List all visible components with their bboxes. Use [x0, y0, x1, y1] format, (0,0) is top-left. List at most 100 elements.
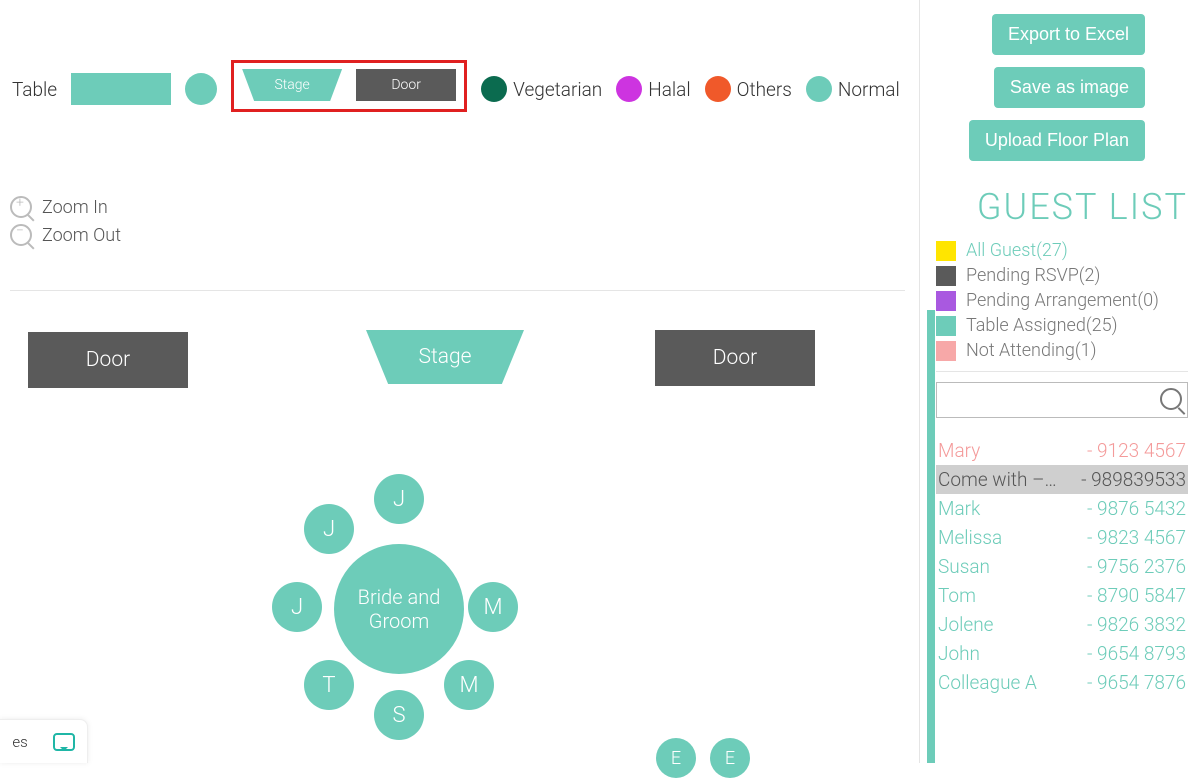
status-all-guest[interactable]: All Guest(27): [936, 240, 1188, 261]
guest-row[interactable]: Colleague A - 9654 7876: [936, 668, 1188, 697]
seat[interactable]: M: [444, 660, 494, 710]
chat-icon: [53, 733, 75, 751]
main-table-line1: Bride and: [358, 585, 441, 609]
dot-vegetarian-icon: [481, 76, 507, 102]
divider-horizontal: [10, 290, 905, 291]
legend-halal: Halal: [616, 76, 690, 102]
zoom-in-button[interactable]: Zoom In: [10, 196, 121, 218]
swatch-arrangement-icon: [936, 291, 956, 311]
legend-door-shape[interactable]: Door: [356, 69, 456, 101]
swatch-pending-icon: [936, 266, 956, 286]
dot-others-icon: [705, 76, 731, 102]
guest-row[interactable]: Come with –… - 989839533: [936, 465, 1188, 494]
seat-small[interactable]: E: [710, 738, 750, 778]
swatch-notattending-icon: [936, 341, 956, 361]
guest-name: John: [938, 642, 980, 665]
status-pending-rsvp[interactable]: Pending RSVP(2): [936, 265, 1188, 286]
guest-phone: - 8790 5847: [1087, 584, 1186, 607]
swatch-all-icon: [936, 241, 956, 261]
guest-name: Mary: [938, 439, 980, 462]
main-table[interactable]: Bride and Groom: [334, 544, 464, 674]
status-arrangement-label: Pending Arrangement(0): [966, 290, 1159, 311]
legend-vegetarian: Vegetarian: [481, 76, 602, 102]
legend-round-shape[interactable]: [185, 73, 217, 105]
guest-name: Tom: [938, 584, 976, 607]
guest-row[interactable]: John - 9654 8793: [936, 639, 1188, 668]
divider-status: [936, 371, 1188, 372]
zoom-out-button[interactable]: Zoom Out: [10, 224, 121, 246]
seat[interactable]: J: [304, 504, 354, 554]
export-excel-button[interactable]: Export to Excel: [992, 14, 1145, 55]
chat-label: es: [12, 733, 27, 751]
main-table-group[interactable]: Bride and Groom J J J M T S M: [260, 470, 540, 750]
legend-vegetarian-label: Vegetarian: [513, 78, 602, 101]
guest-row[interactable]: Tom - 8790 5847: [936, 581, 1188, 610]
legend-table-shape[interactable]: [71, 73, 171, 105]
zoom-out-icon: [10, 224, 32, 246]
guest-accent-bar: [927, 310, 935, 763]
legend-stage-shape[interactable]: Stage: [242, 69, 342, 101]
legend-others-label: Others: [737, 78, 792, 101]
legend-others: Others: [705, 76, 792, 102]
zoom-in-label: Zoom In: [42, 197, 108, 218]
guest-row[interactable]: Mary - 9123 4567: [936, 436, 1188, 465]
status-table-assigned[interactable]: Table Assigned(25): [936, 315, 1188, 336]
seat-small[interactable]: E: [656, 738, 696, 778]
divider-vertical: [919, 0, 920, 763]
guest-phone: - 9756 2376: [1087, 555, 1186, 578]
door-left[interactable]: Door: [28, 332, 188, 388]
main-table-line2: Groom: [369, 609, 429, 633]
legend-normal-label: Normal: [838, 78, 900, 101]
guest-phone: - 9654 8793: [1087, 642, 1186, 665]
guest-name: Susan: [938, 555, 990, 578]
guest-phone: - 9826 3832: [1087, 613, 1186, 636]
guest-row[interactable]: Mark - 9876 5432: [936, 494, 1188, 523]
legend-normal: Normal: [806, 76, 900, 102]
search-icon[interactable]: [1160, 388, 1182, 410]
swatch-assigned-icon: [936, 316, 956, 336]
dot-normal-icon: [806, 76, 832, 102]
guest-row[interactable]: Susan - 9756 2376: [936, 552, 1188, 581]
seat[interactable]: S: [374, 690, 424, 740]
guest-name: Colleague A: [938, 671, 1037, 694]
chat-dock[interactable]: es: [0, 719, 88, 763]
zoom-in-icon: [10, 196, 32, 218]
status-pending-label: Pending RSVP(2): [966, 265, 1100, 286]
upload-floorplan-button[interactable]: Upload Floor Plan: [969, 120, 1145, 161]
seat[interactable]: T: [304, 660, 354, 710]
dot-halal-icon: [616, 76, 642, 102]
legend-bar: Table Stage Door Vegetarian Halal Others…: [10, 66, 915, 112]
stage[interactable]: Stage: [366, 330, 524, 384]
guest-row[interactable]: Melissa - 9823 4567: [936, 523, 1188, 552]
guest-name: Mark: [938, 497, 980, 520]
guest-list: Mary - 9123 4567 Come with –… - 98983953…: [936, 436, 1188, 697]
legend-highlight-group: Stage Door: [231, 60, 467, 112]
status-assigned-label: Table Assigned(25): [966, 315, 1117, 336]
guest-panel: GUEST LIST All Guest(27) Pending RSVP(2)…: [936, 186, 1188, 697]
guest-phone: - 989839533: [1081, 468, 1186, 491]
status-notattending-label: Not Attending(1): [966, 340, 1096, 361]
floorplan-canvas[interactable]: Door Stage Door Bride and Groom J J J M …: [0, 320, 925, 763]
status-all-label: All Guest(27): [966, 240, 1068, 261]
status-pending-arrangement[interactable]: Pending Arrangement(0): [936, 290, 1188, 311]
guest-phone: - 9823 4567: [1087, 526, 1186, 549]
seat[interactable]: M: [468, 582, 518, 632]
door-right[interactable]: Door: [655, 330, 815, 386]
status-not-attending[interactable]: Not Attending(1): [936, 340, 1188, 361]
action-buttons: Export to Excel Save as image Upload Flo…: [969, 14, 1145, 161]
search-input[interactable]: [936, 382, 1188, 418]
legend-table-label: Table: [10, 78, 57, 101]
zoom-controls: Zoom In Zoom Out: [10, 196, 121, 252]
zoom-out-label: Zoom Out: [42, 225, 121, 246]
guest-list-title: GUEST LIST: [936, 186, 1188, 228]
guest-name: Jolene: [938, 613, 993, 636]
save-image-button[interactable]: Save as image: [994, 67, 1145, 108]
guest-name: Melissa: [938, 526, 1002, 549]
guest-row[interactable]: Jolene - 9826 3832: [936, 610, 1188, 639]
search-box: [936, 382, 1188, 418]
guest-name: Come with –…: [938, 468, 1057, 491]
legend-halal-label: Halal: [648, 78, 690, 101]
seat[interactable]: J: [374, 474, 424, 524]
guest-phone: - 9876 5432: [1087, 497, 1186, 520]
seat[interactable]: J: [272, 582, 322, 632]
